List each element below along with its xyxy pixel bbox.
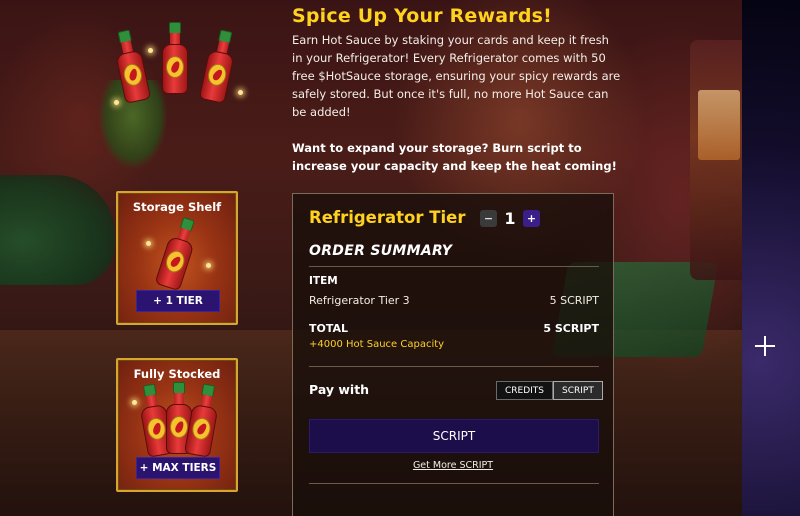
refrigerator-tier-title: Refrigerator Tier bbox=[309, 208, 466, 227]
sparkle-icon bbox=[146, 241, 151, 246]
hot-sauce-bottle-icon bbox=[154, 215, 202, 292]
sparkle-icon bbox=[114, 100, 119, 105]
hot-sauce-bottle-icon bbox=[198, 28, 239, 104]
divider bbox=[309, 366, 599, 367]
tier-card-title: Storage Shelf bbox=[132, 200, 222, 214]
hot-sauce-bottles-image bbox=[112, 20, 252, 120]
slot-machine bbox=[690, 40, 748, 280]
order-panel: Refrigerator Tier − 1 + ORDER SUMMARY IT… bbox=[292, 193, 614, 516]
sparkle-icon bbox=[132, 400, 137, 405]
divider bbox=[309, 483, 599, 484]
minus-icon[interactable]: − bbox=[480, 210, 497, 227]
storage-shelf-card[interactable]: Storage Shelf + 1 TIER bbox=[116, 191, 238, 325]
hot-sauce-bottle-icon bbox=[111, 28, 152, 104]
pay-option-credits[interactable]: CREDITS bbox=[496, 381, 554, 400]
capacity-note: +4000 Hot Sauce Capacity bbox=[309, 339, 445, 350]
quantity-stepper: − 1 + bbox=[480, 209, 540, 228]
sparkle-icon bbox=[148, 48, 153, 53]
hot-sauce-bottle-icon bbox=[162, 22, 188, 94]
roulette-table bbox=[0, 175, 115, 285]
pay-with-label: Pay with bbox=[309, 382, 370, 397]
payment-method-toggle: CREDITS SCRIPT bbox=[496, 381, 603, 400]
total-price: 5 SCRIPT bbox=[543, 322, 599, 335]
quantity-value: 1 bbox=[504, 209, 516, 228]
add-max-tiers-button[interactable]: + MAX TIERS bbox=[136, 457, 220, 479]
sparkle-icon bbox=[238, 90, 243, 95]
pay-script-button[interactable]: SCRIPT bbox=[309, 419, 599, 453]
intro-text: Earn Hot Sauce by staking your cards and… bbox=[292, 33, 621, 119]
tier-card-title: Fully Stocked bbox=[133, 367, 221, 381]
divider bbox=[309, 266, 599, 267]
sparkle-icon bbox=[206, 263, 211, 268]
sparkle-icon bbox=[755, 336, 775, 356]
item-column-header: ITEM bbox=[309, 275, 338, 287]
item-name: Refrigerator Tier 3 bbox=[309, 294, 410, 307]
fully-stocked-card[interactable]: Fully Stocked + MAX TIERS bbox=[116, 358, 238, 492]
add-one-tier-button[interactable]: + 1 TIER bbox=[136, 290, 220, 312]
pay-option-script[interactable]: SCRIPT bbox=[553, 381, 603, 400]
total-label: TOTAL bbox=[309, 322, 349, 335]
order-summary-heading: ORDER SUMMARY bbox=[309, 243, 453, 259]
space-backdrop bbox=[742, 0, 800, 516]
plus-icon[interactable]: + bbox=[523, 210, 540, 227]
get-more-script-link[interactable]: Get More SCRIPT bbox=[293, 460, 613, 471]
cta-text: Want to expand your storage? Burn script… bbox=[292, 141, 617, 173]
page-title: Spice Up Your Rewards! bbox=[292, 5, 553, 27]
item-price: 5 SCRIPT bbox=[549, 294, 599, 307]
